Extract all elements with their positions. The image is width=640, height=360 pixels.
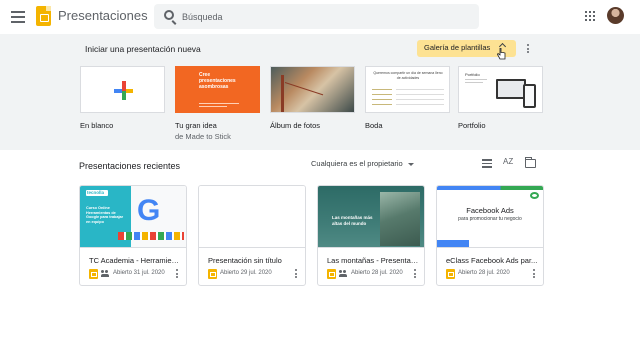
- template-thumbnail: [270, 66, 355, 113]
- card-date: Abierto 28 jul. 2020: [351, 270, 403, 276]
- mouse-cursor-icon: [497, 48, 506, 60]
- search-icon[interactable]: [164, 10, 174, 20]
- card-meta: Abierto 29 jul. 2020: [208, 269, 300, 281]
- card-title: eClass Facebook Ads par...: [446, 256, 538, 265]
- list-view-icon[interactable]: [482, 159, 492, 168]
- sort-az-icon[interactable]: AZ: [503, 157, 513, 166]
- google-logo: G: [137, 194, 161, 227]
- slides-logo-icon[interactable]: [36, 6, 51, 26]
- template-name: Álbum de fotos: [270, 121, 321, 130]
- card-thumbnail: tecnolla Curso Online Herramientas de Go…: [80, 186, 186, 248]
- slides-file-icon: [208, 269, 217, 279]
- thumbnail-text: Las montañas más altas del mundo: [332, 215, 373, 226]
- template-name: Boda: [365, 121, 383, 130]
- eclass-logo: [530, 192, 539, 199]
- template-photo-album[interactable]: Álbum de fotos: [270, 66, 355, 130]
- template-thumbnail: Cree presentaciones asombrosas: [175, 66, 260, 113]
- template-thumbnail: Portfolio: [458, 66, 543, 113]
- card-title: TC Academia - Herramien...: [89, 256, 181, 265]
- recent-card[interactable]: tecnolla Curso Online Herramientas de Go…: [79, 185, 187, 286]
- more-vert-icon[interactable]: [175, 269, 179, 280]
- thumbnail-text: Queremos compartir un día de semana llen…: [373, 71, 443, 80]
- template-name: Tu gran idea: [175, 121, 217, 130]
- people-icon: [339, 270, 348, 278]
- template-heading: Iniciar una presentación nueva: [85, 44, 201, 54]
- template-thumbnail: [80, 66, 165, 113]
- template-name: Portfolio: [458, 121, 486, 130]
- plus-icon: [114, 81, 133, 100]
- template-thumbnail: Queremos compartir un día de semana llen…: [365, 66, 450, 113]
- template-gallery-label: Galería de plantillas: [424, 43, 491, 52]
- slides-file-icon: [327, 269, 336, 279]
- card-meta: Abierto 28 jul. 2020: [327, 269, 419, 281]
- apps-grid-icon[interactable]: [585, 11, 595, 21]
- template-portfolio[interactable]: Portfolio Portfolio: [458, 66, 543, 130]
- template-blank[interactable]: En blanco: [80, 66, 165, 130]
- template-subtitle: de Made to Stick: [175, 132, 231, 141]
- card-meta: Abierto 28 jul. 2020: [446, 269, 538, 281]
- thumbnail-subtitle: para promocionar tu negocio: [458, 216, 522, 222]
- recent-heading: Presentaciones recientes: [79, 161, 181, 171]
- caret-down-icon: [407, 162, 414, 166]
- recent-card[interactable]: Las montañas más altas del mundo Las mon…: [317, 185, 425, 286]
- card-title: Presentación sin título: [208, 256, 282, 265]
- folder-icon[interactable]: [524, 156, 536, 168]
- owner-filter-dropdown[interactable]: Cualquiera es el propietario: [311, 159, 414, 168]
- owner-filter-label: Cualquiera es el propietario: [311, 159, 403, 168]
- template-section: Iniciar una presentación nueva Galería d…: [0, 34, 640, 150]
- thumbnail-logo-text: tecnolla: [87, 190, 105, 195]
- phone-image: [523, 84, 536, 108]
- card-thumbnail: Las montañas más altas del mundo: [318, 186, 424, 248]
- mountain-image: [380, 192, 420, 246]
- more-vert-icon[interactable]: [413, 269, 417, 280]
- card-date: Abierto 29 jul. 2020: [220, 270, 272, 276]
- bridge-image: [281, 75, 284, 112]
- thumbnail-text: Portfolio: [465, 72, 480, 77]
- thumbnail-title: Facebook Ads: [466, 206, 514, 215]
- thumbnail-text: Cree presentaciones asombrosas: [199, 72, 236, 90]
- card-meta: Abierto 31 jul. 2020: [89, 269, 181, 281]
- search-input[interactable]: [182, 9, 462, 24]
- menu-icon[interactable]: [11, 11, 25, 23]
- slides-file-icon: [446, 269, 455, 279]
- recent-card[interactable]: Presentación sin título Abierto 29 jul. …: [198, 185, 306, 286]
- more-vert-icon[interactable]: [294, 269, 298, 280]
- card-date: Abierto 31 jul. 2020: [113, 270, 165, 276]
- top-bar: Presentaciones: [0, 0, 640, 34]
- slides-file-icon: [89, 269, 98, 279]
- more-vert-icon[interactable]: [526, 44, 530, 56]
- slides-home: Presentaciones Iniciar una presentación …: [0, 0, 640, 360]
- app-title[interactable]: Presentaciones: [58, 8, 148, 23]
- laptop-image: [496, 79, 526, 99]
- card-thumbnail: [199, 186, 305, 248]
- google-apps-strip: [118, 232, 184, 240]
- card-date: Abierto 28 jul. 2020: [458, 270, 510, 276]
- template-big-idea[interactable]: Cree presentaciones asombrosas Tu gran i…: [175, 66, 260, 141]
- search-box[interactable]: [154, 4, 479, 29]
- thumbnail-text: Curso Online Herramientas de Google para…: [86, 206, 124, 224]
- avatar[interactable]: [607, 7, 624, 24]
- template-name: En blanco: [80, 121, 114, 130]
- card-thumbnail: Facebook Ads para promocionar tu negocio: [437, 186, 543, 248]
- people-icon: [101, 270, 110, 278]
- template-wedding[interactable]: Queremos compartir un día de semana llen…: [365, 66, 450, 130]
- card-title: Las montañas - Presentac...: [327, 256, 419, 265]
- recent-card[interactable]: Facebook Ads para promocionar tu negocio…: [436, 185, 544, 286]
- more-vert-icon[interactable]: [532, 269, 536, 280]
